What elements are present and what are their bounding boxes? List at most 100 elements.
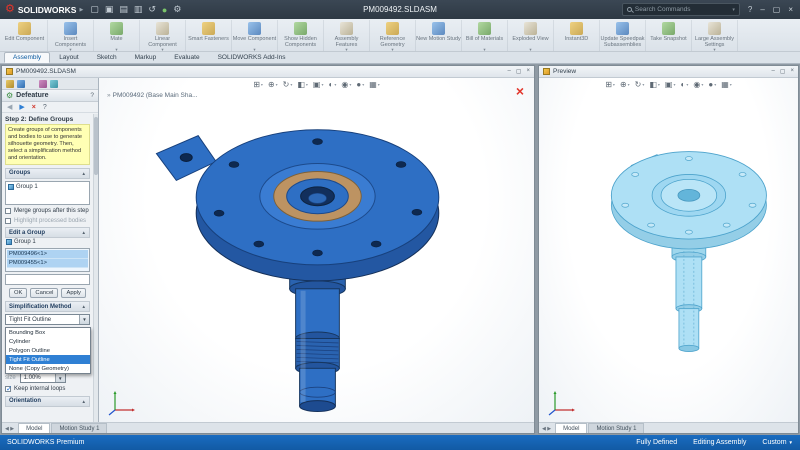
tab-assembly[interactable]: Assembly bbox=[4, 52, 50, 63]
tab-model[interactable]: Model bbox=[18, 423, 50, 433]
view-orientation-icon[interactable]: ▣ bbox=[313, 80, 324, 89]
merge-groups-checkbox[interactable] bbox=[5, 208, 11, 214]
open-file-icon[interactable]: ▣ bbox=[105, 4, 114, 15]
displaymanager-icon[interactable] bbox=[50, 80, 58, 88]
dimxpertmanager-icon[interactable] bbox=[39, 80, 47, 88]
bill-of-materials-button[interactable]: Bill of Materials bbox=[462, 20, 508, 51]
group-list-item[interactable]: Group 1 bbox=[7, 183, 88, 191]
section-view-icon[interactable]: ◧ bbox=[649, 80, 660, 89]
close-icon[interactable]: × bbox=[526, 68, 530, 75]
display-style-icon[interactable]: ◐ bbox=[681, 80, 689, 89]
dropdown-option[interactable]: None (Copy Geometry) bbox=[6, 364, 90, 373]
minimize-icon[interactable]: – bbox=[760, 5, 764, 14]
new-motion-study-button[interactable]: New Motion Study bbox=[416, 20, 462, 51]
tab-scroll-arrows[interactable]: ◀ ▶ bbox=[541, 426, 554, 433]
tab-evaluate[interactable]: Evaluate bbox=[165, 52, 208, 63]
selected-component[interactable]: PM009455<1> bbox=[7, 259, 88, 268]
edit-appearance-icon[interactable]: ● bbox=[708, 80, 716, 89]
keep-internal-loops-checkbox[interactable] bbox=[5, 386, 11, 392]
apply-button[interactable]: Apply bbox=[61, 288, 86, 298]
section-orientation[interactable]: Orientation ▲ bbox=[5, 396, 90, 407]
featuremanager-tree-icon[interactable] bbox=[6, 80, 14, 88]
pm-help-icon[interactable]: ? bbox=[43, 104, 47, 111]
tab-motion-study[interactable]: Motion Study 1 bbox=[51, 423, 107, 433]
previous-view-icon[interactable]: ↻ bbox=[283, 80, 293, 89]
edit-group-row[interactable]: Group 1 bbox=[5, 238, 90, 246]
section-simplification-method[interactable]: Simplification Method ▲ bbox=[5, 301, 90, 312]
minimize-icon[interactable]: – bbox=[771, 68, 774, 75]
breadcrumb[interactable]: »PM009492 (Base Main Sha... bbox=[107, 92, 198, 99]
previous-view-icon[interactable]: ↻ bbox=[635, 80, 645, 89]
linear-component-pattern-button[interactable]: Linear Component Pattern bbox=[140, 20, 186, 51]
flyout-tree-icon[interactable]: » bbox=[107, 92, 111, 99]
zoom-fit-icon[interactable]: ⊞ bbox=[605, 80, 615, 89]
close-icon[interactable]: × bbox=[788, 5, 793, 14]
tab-layout[interactable]: Layout bbox=[50, 52, 88, 63]
pm-back-icon[interactable]: ◀ bbox=[7, 103, 12, 111]
simplification-method-select[interactable]: Tight Fit Outline ▼ bbox=[5, 314, 90, 325]
highlight-bodies-checkbox[interactable] bbox=[5, 218, 11, 224]
assembly-features-button[interactable]: Assembly Features bbox=[324, 20, 370, 51]
pm-cancel-corner-icon[interactable]: × bbox=[516, 84, 524, 98]
chevron-down-icon[interactable]: ▼ bbox=[55, 374, 65, 383]
large-assembly-settings-button[interactable]: Large Assembly Settings bbox=[692, 20, 738, 51]
take-snapshot-button[interactable]: Take Snapshot bbox=[646, 20, 692, 51]
apply-scene-icon[interactable]: ▦ bbox=[369, 80, 380, 89]
section-groups[interactable]: Groups ▲ bbox=[5, 168, 90, 179]
pm-cancel-icon[interactable]: × bbox=[32, 104, 36, 111]
undo-icon[interactable]: ↺ bbox=[148, 4, 156, 15]
selection-field[interactable] bbox=[5, 274, 90, 285]
tab-solidworks-add-ins[interactable]: SOLIDWORKS Add-Ins bbox=[209, 52, 295, 63]
instant3d-button[interactable]: Instant3D bbox=[554, 20, 600, 51]
minimize-icon[interactable]: – bbox=[507, 68, 510, 75]
dropdown-option[interactable]: Polygon Outline bbox=[6, 346, 90, 355]
preview-graphics-area[interactable]: ⊞⊕↻◧▣◐◉●▦ bbox=[539, 78, 798, 422]
propertymanager-icon[interactable] bbox=[17, 80, 25, 88]
units-selector[interactable]: Custom ▼ bbox=[762, 439, 793, 446]
section-edit-group[interactable]: Edit a Group ▲ bbox=[5, 227, 90, 238]
dropdown-option[interactable]: Bounding Box bbox=[6, 328, 90, 337]
hide-show-items-icon[interactable]: ◉ bbox=[341, 80, 351, 89]
zoom-fit-icon[interactable]: ⊞ bbox=[253, 80, 263, 89]
chevron-down-icon[interactable]: ▼ bbox=[79, 315, 89, 324]
search-dropdown-icon[interactable]: ▾ bbox=[732, 7, 735, 13]
print-icon[interactable]: ▥ bbox=[134, 4, 143, 15]
edit-component-button[interactable]: Edit Component bbox=[2, 20, 48, 51]
reference-geometry-button[interactable]: Reference Geometry bbox=[370, 20, 416, 51]
selected-component[interactable]: PM009496<1> bbox=[7, 250, 88, 259]
group-components-selection[interactable]: PM009496<1>PM009455<1> bbox=[5, 248, 90, 272]
tab-sketch[interactable]: Sketch bbox=[88, 52, 126, 63]
insert-components-button[interactable]: Insert Components bbox=[48, 20, 94, 51]
zoom-area-icon[interactable]: ⊕ bbox=[268, 80, 278, 89]
restore-icon[interactable]: ▢ bbox=[516, 68, 522, 75]
show-hidden-components-button[interactable]: Show Hidden Components bbox=[278, 20, 324, 51]
dropdown-option[interactable]: Cylinder bbox=[6, 337, 90, 346]
hide-show-items-icon[interactable]: ◉ bbox=[693, 80, 703, 89]
size-percent-select[interactable]: 1.00% ▼ bbox=[20, 373, 66, 383]
mate-button[interactable]: Mate bbox=[94, 20, 140, 51]
pm-next-icon[interactable]: ▶ bbox=[19, 103, 24, 111]
dropdown-option[interactable]: Tight Fit Outline bbox=[6, 355, 90, 364]
configurationmanager-icon[interactable] bbox=[28, 80, 36, 88]
restore-icon[interactable]: ▢ bbox=[780, 68, 786, 75]
tab-motion-study[interactable]: Motion Study 1 bbox=[588, 423, 644, 433]
restore-icon[interactable]: ▢ bbox=[773, 5, 781, 14]
cancel-button[interactable]: Cancel bbox=[30, 288, 58, 298]
options-icon[interactable]: ⚙ bbox=[173, 4, 181, 15]
display-style-icon[interactable]: ◐ bbox=[329, 80, 337, 89]
new-file-icon[interactable]: ▢ bbox=[90, 4, 99, 15]
rebuild-icon[interactable]: ● bbox=[162, 5, 167, 15]
graphics-area[interactable]: ⊞⊕↻◧▣◐◉●▦ »PM009492 (Base Main Sha... × bbox=[99, 78, 534, 422]
logo-flyout-arrow-icon[interactable]: ▶ bbox=[79, 7, 83, 13]
apply-scene-icon[interactable]: ▦ bbox=[721, 80, 732, 89]
pm-help-icon[interactable]: ? bbox=[90, 92, 94, 99]
exploded-view-button[interactable]: Exploded View bbox=[508, 20, 554, 51]
search-input[interactable]: Search Commands ▾ bbox=[622, 3, 740, 16]
help-icon[interactable]: ? bbox=[748, 5, 752, 14]
save-icon[interactable]: ▤ bbox=[119, 4, 128, 15]
update-speedpak-button[interactable]: Update Speedpak Subassemblies bbox=[600, 20, 646, 51]
groups-list[interactable]: Group 1 bbox=[5, 181, 90, 205]
tab-model[interactable]: Model bbox=[555, 423, 587, 433]
close-icon[interactable]: × bbox=[790, 68, 794, 75]
move-component-button[interactable]: Move Component bbox=[232, 20, 278, 51]
